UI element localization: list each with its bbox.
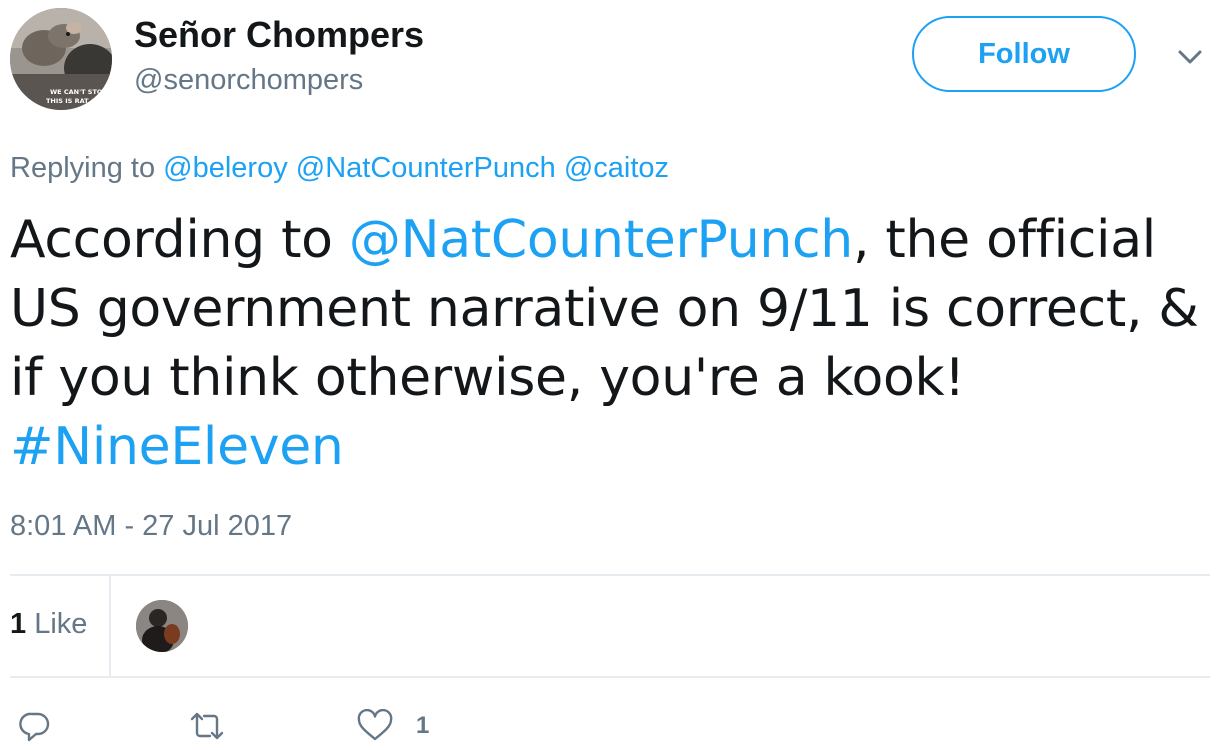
- follow-button[interactable]: Follow: [912, 16, 1136, 92]
- avatar-caption-line-2: THIS IS RAT COUNTRY: [46, 97, 112, 105]
- author-display-name[interactable]: Señor Chompers: [134, 14, 424, 56]
- avatar-caption-line-1: WE CAN'T STOP HIM: [50, 88, 112, 96]
- retweet-icon: [190, 712, 224, 740]
- tweet-mention[interactable]: @NatCounterPunch: [349, 210, 853, 270]
- replying-to-line: Replying to @beleroy @NatCounterPunch @c…: [10, 152, 669, 185]
- tweet-text: According to @NatCounterPunch, the offic…: [10, 206, 1216, 482]
- tweet-hashtag[interactable]: #NineEleven: [10, 417, 344, 477]
- liker-avatar[interactable]: [136, 600, 188, 652]
- heart-icon: [357, 709, 393, 741]
- divider-bottom: [10, 676, 1210, 678]
- tweet-timestamp[interactable]: 8:01 AM - 27 Jul 2017: [10, 510, 292, 543]
- likes-stat-number: 1: [10, 608, 27, 640]
- likes-stat-label: Like: [34, 608, 88, 640]
- author-handle[interactable]: @senorchompers: [134, 64, 363, 97]
- reply-icon: [19, 712, 50, 742]
- retweet-button[interactable]: [186, 706, 228, 746]
- chevron-down-icon: [1178, 50, 1202, 64]
- liker-avatar-image: [136, 600, 188, 652]
- more-options-button[interactable]: [1172, 42, 1208, 72]
- replying-to-mention-caitoz[interactable]: @caitoz: [564, 152, 669, 184]
- divider-top: [10, 574, 1210, 576]
- replying-to-mention-natcounterpunch[interactable]: @NatCounterPunch: [296, 152, 556, 184]
- replying-to-mention-beleroy[interactable]: @beleroy: [163, 152, 288, 184]
- like-button[interactable]: 1: [356, 706, 429, 746]
- author-avatar-image: WE CAN'T STOP HIM THIS IS RAT COUNTRY: [10, 8, 112, 110]
- author-avatar[interactable]: WE CAN'T STOP HIM THIS IS RAT COUNTRY: [10, 8, 112, 110]
- reply-button[interactable]: [18, 706, 52, 746]
- like-count: 1: [416, 712, 430, 739]
- stats-separator: [109, 576, 111, 676]
- tweet-text-before: According to: [10, 210, 349, 270]
- likes-stat[interactable]: 1 Like: [10, 608, 87, 641]
- replying-to-prefix: Replying to: [10, 152, 156, 184]
